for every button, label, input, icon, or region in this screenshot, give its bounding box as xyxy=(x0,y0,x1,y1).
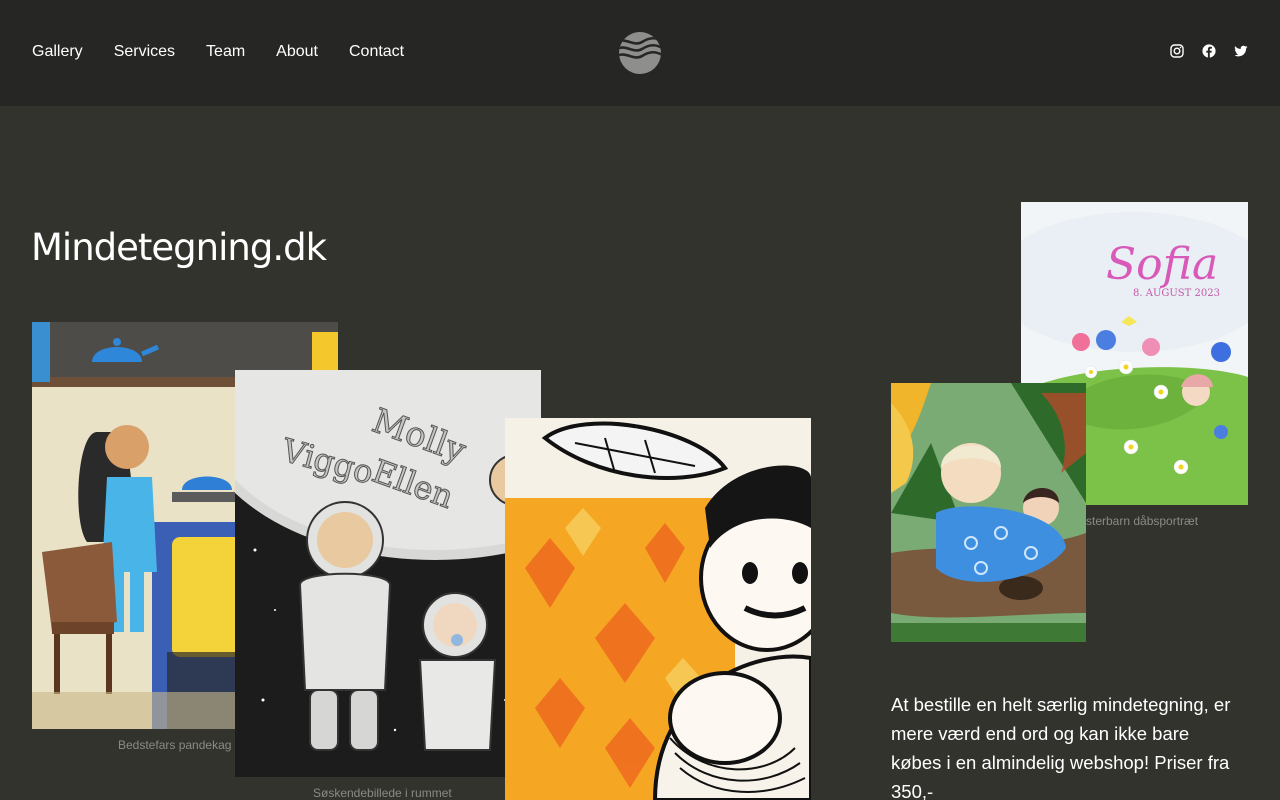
sofia-name-text: Sofia xyxy=(1106,239,1218,290)
twitter-icon[interactable] xyxy=(1234,44,1248,58)
facebook-icon[interactable] xyxy=(1202,44,1216,58)
sofia-date-text: 8. AUGUST 2023 xyxy=(1133,288,1220,299)
nav-team[interactable]: Team xyxy=(206,42,245,62)
site-title: Mindetegning.dk xyxy=(31,226,327,269)
tree-artwork-image[interactable] xyxy=(891,383,1086,642)
social-links xyxy=(1170,44,1248,58)
baptism-caption: sterbarn dåbsportræt xyxy=(1086,514,1199,528)
main-nav: Gallery Services Team About Contact xyxy=(32,42,435,62)
waves-logo-icon[interactable] xyxy=(618,31,662,75)
space-caption: Søskendebillede i rummet xyxy=(313,786,452,800)
nav-gallery[interactable]: Gallery xyxy=(32,42,83,62)
kitchen-caption: Bedstefars pandekag xyxy=(118,738,232,752)
nav-contact[interactable]: Contact xyxy=(349,42,404,62)
nav-about[interactable]: About xyxy=(276,42,318,62)
site-header: Gallery Services Team About Contact xyxy=(0,0,1280,106)
space-artwork-image[interactable]: Molly Viggo Ellen xyxy=(235,370,541,777)
nav-services[interactable]: Services xyxy=(114,42,175,62)
intro-paragraph: At bestille en helt særlig mindetegning,… xyxy=(891,694,1231,800)
instagram-icon[interactable] xyxy=(1170,44,1184,58)
autumn-artwork-image[interactable] xyxy=(505,418,811,800)
